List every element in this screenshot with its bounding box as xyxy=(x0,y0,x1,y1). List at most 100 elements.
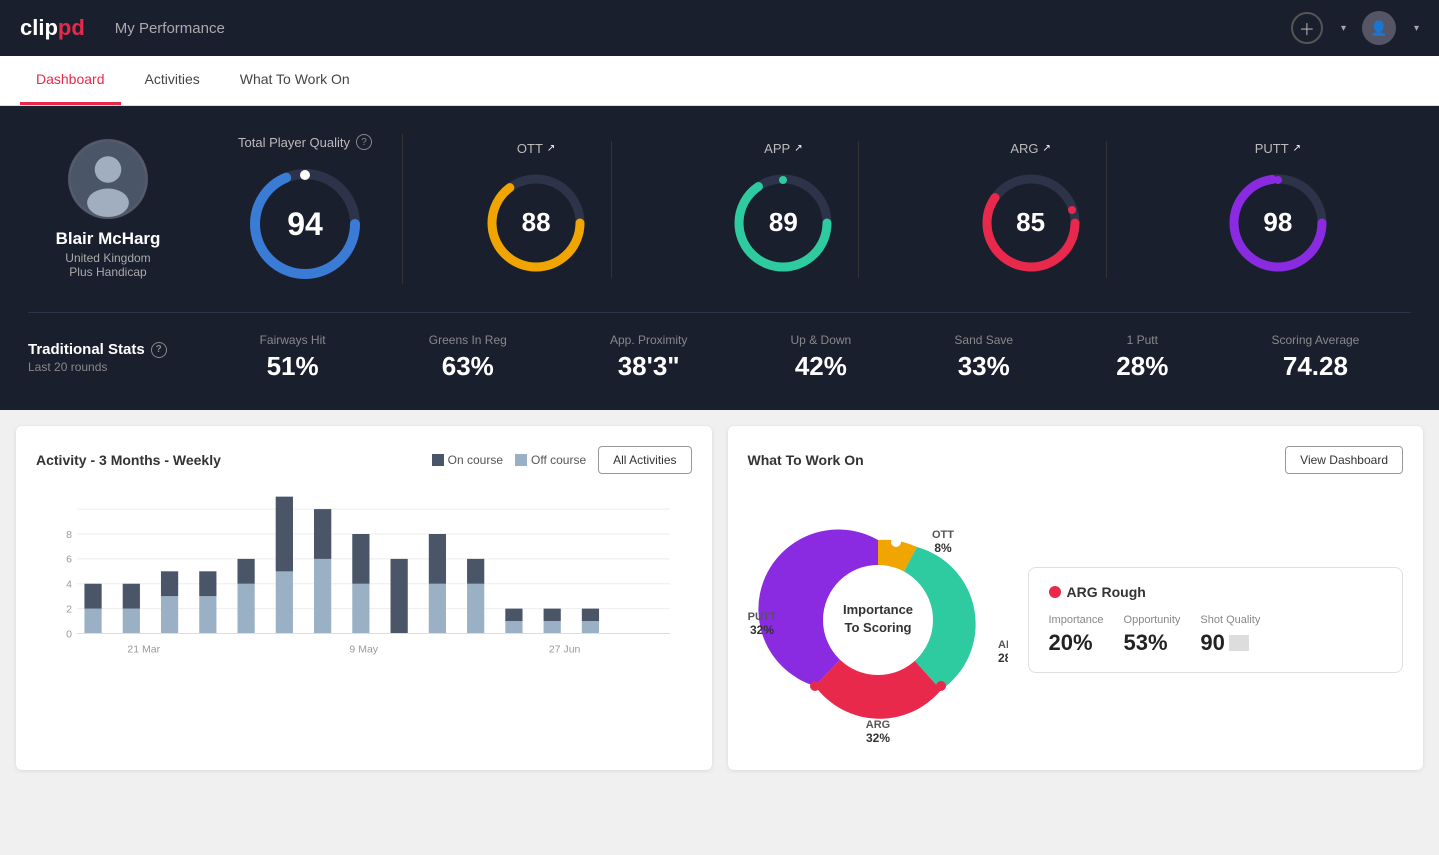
tab-what-to-work-on[interactable]: What To Work On xyxy=(224,55,366,105)
what-to-work-on-panel: What To Work On View Dashboard xyxy=(728,426,1424,770)
stat-updown-label: Up & Down xyxy=(791,333,852,347)
stat-scoring-value: 74.28 xyxy=(1283,351,1348,382)
stat-putt-label: 1 Putt xyxy=(1127,333,1158,347)
logo-pd: pd xyxy=(58,15,85,40)
wtwo-header: What To Work On View Dashboard xyxy=(748,446,1404,474)
arg-ring: 85 xyxy=(976,168,1086,278)
stat-scoring-label: Scoring Average xyxy=(1272,333,1360,347)
player-country: United Kingdom xyxy=(65,251,150,265)
app-ring: 89 xyxy=(728,168,838,278)
view-dashboard-button[interactable]: View Dashboard xyxy=(1285,446,1403,474)
sub-metrics: OTT ↗ 88 APP ↗ xyxy=(403,134,1411,284)
stat-sand-label: Sand Save xyxy=(954,333,1013,347)
player-info: Blair McHarg United Kingdom Plus Handica… xyxy=(28,139,188,279)
svg-text:PUTT: PUTT xyxy=(748,611,777,623)
stat-greens-reg: Greens In Reg 63% xyxy=(429,333,507,382)
svg-text:27 Jun: 27 Jun xyxy=(549,644,581,656)
svg-text:28%: 28% xyxy=(998,651,1008,665)
opportunity-label: Opportunity xyxy=(1124,614,1181,626)
detail-card-title: ARG Rough xyxy=(1049,584,1383,600)
activity-title: Activity - 3 Months - Weekly xyxy=(36,452,221,468)
svg-text:32%: 32% xyxy=(749,623,773,637)
svg-text:APP: APP xyxy=(998,639,1008,651)
stat-fairways-hit: Fairways Hit 51% xyxy=(260,333,326,382)
logo-clip: clip xyxy=(20,15,58,40)
add-dropdown-arrow: ▾ xyxy=(1341,23,1346,34)
stat-sand-value: 33% xyxy=(958,351,1010,382)
bottom-panels: Activity - 3 Months - Weekly On course O… xyxy=(0,410,1439,786)
opportunity-value: 53% xyxy=(1124,630,1181,656)
shot-quality-value: 90 xyxy=(1200,630,1224,656)
svg-text:0: 0 xyxy=(66,628,72,640)
page-title: My Performance xyxy=(115,20,225,37)
total-player-quality: Total Player Quality ? 94 xyxy=(208,134,403,284)
detail-shot-quality: Shot Quality 90 xyxy=(1200,614,1260,656)
wtwo-content: Importance To Scoring OTT 8% APP 28% ARG… xyxy=(748,490,1404,750)
stats-top: Blair McHarg United Kingdom Plus Handica… xyxy=(28,134,1411,284)
trad-help-icon[interactable]: ? xyxy=(151,342,167,358)
tab-dashboard[interactable]: Dashboard xyxy=(20,55,121,105)
on-course-dot xyxy=(432,454,444,466)
activity-legend: On course Off course xyxy=(432,453,587,467)
svg-text:Importance: Importance xyxy=(842,602,912,617)
app-label: APP ↗ xyxy=(764,141,802,156)
shot-quality-label: Shot Quality xyxy=(1200,614,1260,626)
trad-label: Traditional Stats ? xyxy=(28,341,188,358)
importance-value: 20% xyxy=(1049,630,1104,656)
quality-section: Total Player Quality ? 94 OTT xyxy=(208,134,1411,284)
legend-on-course: On course xyxy=(432,453,503,467)
donut-svg: Importance To Scoring OTT 8% APP 28% ARG… xyxy=(748,490,1008,750)
ott-value: 88 xyxy=(522,207,551,238)
stat-fairways-value: 51% xyxy=(267,351,319,382)
metric-ott: OTT ↗ 88 xyxy=(461,141,612,278)
arg-trend-icon: ↗ xyxy=(1043,143,1051,154)
trad-label-section: Traditional Stats ? Last 20 rounds xyxy=(28,341,188,374)
arg-value: 85 xyxy=(1016,207,1045,238)
legend-off-course: Off course xyxy=(515,453,586,467)
off-course-dot xyxy=(515,454,527,466)
svg-text:8: 8 xyxy=(66,529,72,541)
shot-quality-row: 90 xyxy=(1200,630,1260,656)
svg-text:2: 2 xyxy=(66,603,72,615)
detail-metrics: Importance 20% Opportunity 53% Shot Qual… xyxy=(1049,614,1383,656)
activity-header: Activity - 3 Months - Weekly On course O… xyxy=(36,446,692,474)
main-quality-value: 94 xyxy=(287,206,323,243)
add-button[interactable]: ＋ xyxy=(1291,12,1323,44)
player-avatar xyxy=(68,139,148,219)
logo-section: clippd My Performance xyxy=(20,15,225,41)
stat-updown-value: 42% xyxy=(795,351,847,382)
detail-opportunity: Opportunity 53% xyxy=(1124,614,1181,656)
tab-activities[interactable]: Activities xyxy=(129,55,216,105)
detail-card: ARG Rough Importance 20% Opportunity 53%… xyxy=(1028,567,1404,673)
help-icon[interactable]: ? xyxy=(356,134,372,150)
metric-putt: PUTT ↗ 98 xyxy=(1203,141,1353,278)
arg-indicator-dot xyxy=(1049,586,1061,598)
stat-app-value: 38'3" xyxy=(618,351,680,382)
ott-label: OTT ↗ xyxy=(517,141,555,156)
app-trend-icon: ↗ xyxy=(794,143,802,154)
donut-section: Importance To Scoring OTT 8% APP 28% ARG… xyxy=(748,490,1008,750)
stat-putt-value: 28% xyxy=(1116,351,1168,382)
stat-fairways-label: Fairways Hit xyxy=(260,333,326,347)
app-value: 89 xyxy=(769,207,798,238)
putt-value: 98 xyxy=(1263,207,1292,238)
player-handicap: Plus Handicap xyxy=(69,265,146,279)
avatar-dropdown-arrow: ▾ xyxy=(1414,23,1419,34)
stat-up-down: Up & Down 42% xyxy=(791,333,852,382)
importance-label: Importance xyxy=(1049,614,1104,626)
activity-chart-svg: 0 2 4 6 8 xyxy=(36,490,692,710)
activity-controls: On course Off course All Activities xyxy=(432,446,692,474)
player-name: Blair McHarg xyxy=(56,229,161,249)
avatar[interactable]: 👤 xyxy=(1362,11,1396,45)
stat-one-putt: 1 Putt 28% xyxy=(1116,333,1168,382)
trad-stats-values: Fairways Hit 51% Greens In Reg 63% App. … xyxy=(208,333,1411,382)
stat-app-label: App. Proximity xyxy=(610,333,687,347)
stats-banner: Blair McHarg United Kingdom Plus Handica… xyxy=(0,106,1439,410)
metric-app: APP ↗ 89 xyxy=(708,141,859,278)
svg-text:32%: 32% xyxy=(865,731,889,745)
traditional-stats: Traditional Stats ? Last 20 rounds Fairw… xyxy=(28,312,1411,382)
header: clippd My Performance ＋ ▾ 👤 ▾ xyxy=(0,0,1439,56)
stat-sand-save: Sand Save 33% xyxy=(954,333,1013,382)
trad-sublabel: Last 20 rounds xyxy=(28,360,188,374)
all-activities-button[interactable]: All Activities xyxy=(598,446,691,474)
